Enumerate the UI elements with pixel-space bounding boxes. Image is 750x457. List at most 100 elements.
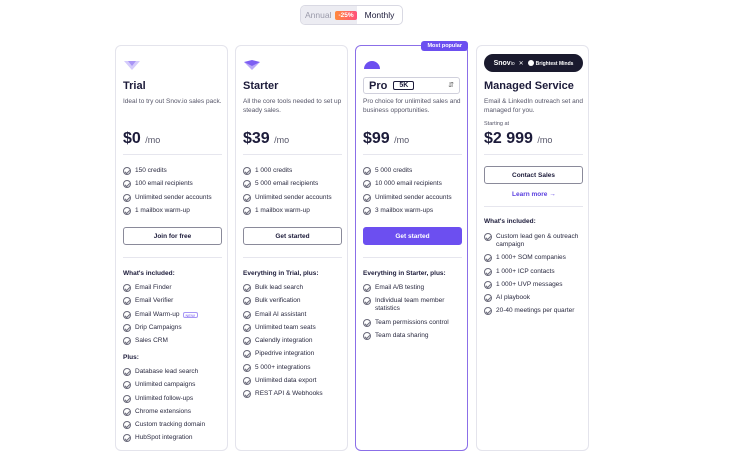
plan-title: Managed Service bbox=[484, 80, 574, 92]
included-heading: Everything in Starter, plus: bbox=[363, 270, 446, 277]
check-icon bbox=[123, 297, 131, 306]
included-heading: Everything in Trial, plus: bbox=[243, 270, 319, 277]
list-item: 5 000+ integrations bbox=[243, 363, 346, 372]
plan-description: Pro choice for unlimited sales and busin… bbox=[363, 98, 461, 114]
plan-description: All the core tools needed to set up stea… bbox=[243, 98, 342, 114]
list-item: 1 000+ UVP messages bbox=[484, 280, 587, 289]
check-icon bbox=[484, 280, 492, 289]
list-item: Email Warm-up NEW bbox=[123, 310, 226, 319]
list-item: AI playbook bbox=[484, 294, 587, 303]
partner-logo: Snovio ✕ Brightest Minds bbox=[484, 54, 583, 72]
list-item: 150 credits bbox=[123, 167, 226, 175]
list-item: 5 000 email recipients bbox=[243, 180, 346, 189]
plan-limits-list: 5 000 credits 10 000 email recipients Un… bbox=[363, 167, 466, 220]
check-icon bbox=[484, 233, 492, 241]
check-icon bbox=[484, 307, 492, 316]
list-item: 1 000+ SOM companies bbox=[484, 254, 587, 263]
list-item: Bulk verification bbox=[243, 297, 346, 306]
check-icon bbox=[243, 337, 251, 346]
list-item: Unlimited sender accounts bbox=[123, 193, 226, 202]
included-list: Custom lead gen & outreach campaign 1 00… bbox=[484, 233, 587, 321]
check-icon bbox=[123, 381, 131, 390]
check-icon bbox=[123, 167, 131, 175]
list-item: Unlimited data export bbox=[243, 377, 346, 386]
check-icon bbox=[243, 206, 251, 215]
list-item: Email AI assistant bbox=[243, 310, 346, 319]
check-icon bbox=[363, 284, 371, 292]
list-item: HubSpot integration bbox=[123, 434, 226, 443]
billing-toggle[interactable]: Annual -25% Monthly bbox=[300, 5, 403, 25]
annual-option[interactable]: Annual -25% bbox=[301, 6, 357, 24]
chevron-updown-icon: ⇵ bbox=[448, 82, 454, 89]
plan-price: $0 /mo bbox=[123, 130, 160, 148]
list-item: Bulk lead search bbox=[243, 284, 346, 292]
list-item: 1 000 credits bbox=[243, 167, 346, 175]
plus-heading: Plus: bbox=[123, 354, 139, 361]
plan-price: $99 /mo bbox=[363, 130, 409, 148]
tier-chip: 5K bbox=[393, 81, 415, 90]
list-item: 10 000 email recipients bbox=[363, 180, 466, 189]
plus-list: Database lead search Unlimited campaigns… bbox=[123, 368, 226, 448]
check-icon bbox=[363, 331, 371, 340]
check-icon bbox=[123, 421, 131, 430]
check-icon bbox=[123, 323, 131, 332]
join-for-free-button[interactable]: Join for free bbox=[123, 227, 222, 245]
list-item: Custom lead gen & outreach campaign bbox=[484, 233, 587, 249]
plan-card-trial: Trial Ideal to try out Snov.io sales pac… bbox=[115, 45, 228, 451]
learn-more-link[interactable]: Learn more → bbox=[512, 191, 556, 198]
list-item: Email A/B testing bbox=[363, 284, 466, 292]
starting-at-label: Starting at bbox=[484, 121, 510, 127]
divider bbox=[484, 206, 583, 207]
plan-title: Starter bbox=[243, 80, 279, 92]
list-item: Individual team member statistics bbox=[363, 297, 466, 313]
list-item: Email Verifier bbox=[123, 297, 226, 306]
list-item: 1 mailbox warm-up bbox=[123, 206, 226, 215]
list-item: 20-40 meetings per quarter bbox=[484, 307, 587, 316]
plan-card-managed: Snovio ✕ Brightest Minds Managed Service… bbox=[476, 45, 589, 451]
list-item: REST API & Webhooks bbox=[243, 390, 346, 399]
check-icon bbox=[243, 167, 251, 175]
plan-card-pro: Most popular Pro 5K ⇵ Pro choice for unl… bbox=[355, 41, 468, 451]
check-icon bbox=[243, 390, 251, 399]
pro-tier-select[interactable]: Pro 5K ⇵ bbox=[363, 77, 460, 94]
check-icon bbox=[484, 294, 492, 303]
monthly-option[interactable]: Monthly bbox=[357, 10, 402, 20]
contact-sales-button[interactable]: Contact Sales bbox=[484, 166, 583, 184]
list-item: Unlimited sender accounts bbox=[243, 193, 346, 202]
check-icon bbox=[484, 267, 492, 276]
list-item: 3 mailbox warm-ups bbox=[363, 206, 466, 215]
included-list: Email A/B testing Individual team member… bbox=[363, 284, 466, 345]
check-icon bbox=[243, 180, 251, 189]
trial-plan-icon bbox=[124, 61, 140, 70]
divider bbox=[123, 257, 222, 258]
check-icon bbox=[243, 377, 251, 386]
check-icon bbox=[123, 193, 131, 202]
price-period: /mo bbox=[537, 135, 553, 145]
list-item: Email Finder bbox=[123, 284, 226, 292]
close-x-icon: ✕ bbox=[518, 60, 524, 67]
price-period: /mo bbox=[394, 135, 410, 145]
annual-label: Annual bbox=[305, 10, 332, 20]
list-item: 1 mailbox warm-up bbox=[243, 206, 346, 215]
price-amount: $99 bbox=[363, 130, 390, 147]
discount-badge: -25% bbox=[335, 10, 357, 20]
list-item: Unlimited sender accounts bbox=[363, 193, 466, 202]
check-icon bbox=[123, 407, 131, 416]
list-item: Pipedrive integration bbox=[243, 350, 346, 359]
plan-title: Pro bbox=[369, 79, 388, 92]
check-icon bbox=[243, 297, 251, 306]
get-started-button[interactable]: Get started bbox=[363, 227, 462, 245]
check-icon bbox=[123, 394, 131, 403]
divider bbox=[363, 154, 462, 155]
list-item: Drip Campaigns bbox=[123, 323, 226, 332]
list-item: 100 email recipients bbox=[123, 180, 226, 189]
check-icon bbox=[123, 180, 131, 189]
price-period: /mo bbox=[274, 135, 290, 145]
included-heading: What's included: bbox=[484, 218, 536, 225]
get-started-button[interactable]: Get started bbox=[243, 227, 342, 245]
check-icon bbox=[123, 284, 131, 292]
divider bbox=[243, 154, 342, 155]
list-item: Unlimited campaigns bbox=[123, 381, 226, 390]
check-icon bbox=[123, 206, 131, 215]
included-heading: What's included: bbox=[123, 270, 175, 277]
